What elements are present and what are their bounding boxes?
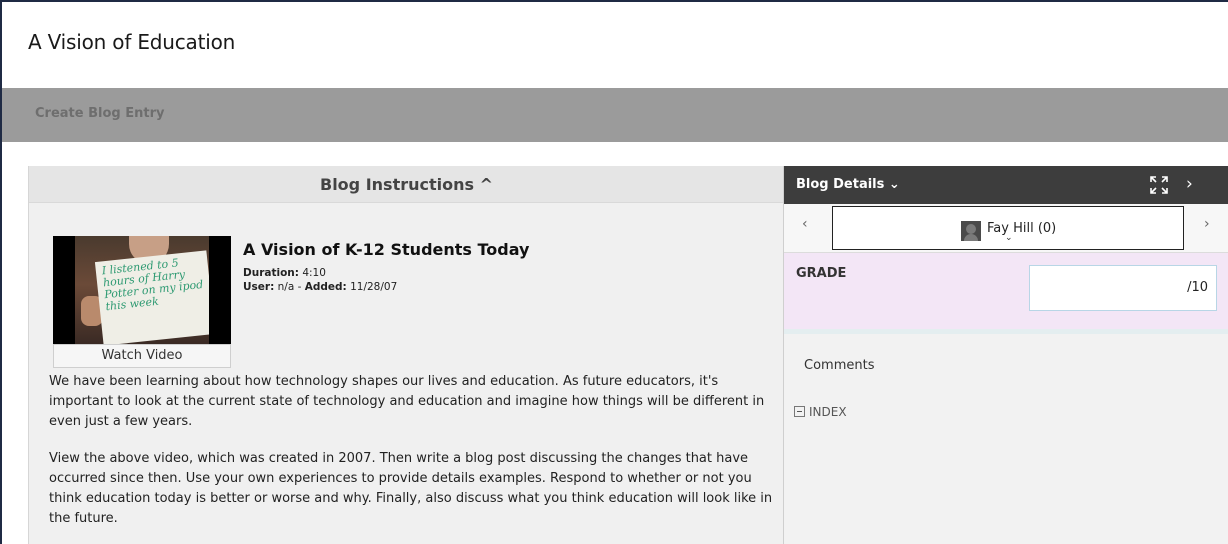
create-blog-entry-button[interactable]: Create Blog Entry (35, 106, 164, 121)
video-user-added: User: n/a - Added: 11/28/07 (243, 281, 397, 293)
letterbox-right (209, 236, 231, 344)
letterbox-left (53, 236, 75, 344)
video-duration: Duration: 4:10 (243, 267, 326, 279)
comments-label: Comments (804, 358, 875, 373)
instructions-panel: Blog Instructions ^ I listened to 5 hour… (28, 166, 784, 544)
index-label: INDEX (809, 405, 847, 419)
instructions-header[interactable]: Blog Instructions ^ (29, 166, 784, 203)
avatar (961, 221, 981, 241)
action-bar: Create Blog Entry (2, 88, 1228, 142)
meta-separator: - (297, 281, 302, 293)
instructions-paragraph-2: View the above video, which was created … (49, 451, 773, 526)
chevron-down-icon: ⌄ (1005, 233, 1013, 243)
user-navigation: ‹ Fay Hill (0) ⌄ › (784, 204, 1228, 253)
video-title: A Vision of K-12 Students Today (243, 240, 530, 259)
user-selector[interactable]: Fay Hill (0) ⌄ (832, 206, 1184, 250)
watch-video-button[interactable]: Watch Video (53, 344, 231, 368)
blog-details-bar: Blog Details ⌄ › (784, 166, 1228, 204)
selected-user-name: Fay Hill (0) (987, 221, 1057, 236)
added-value: 11/28/07 (350, 281, 398, 293)
user-value: n/a (277, 281, 295, 293)
chevron-right-icon[interactable]: › (1186, 174, 1193, 194)
instructions-paragraph-1: We have been learning about how technolo… (49, 374, 765, 429)
blog-details-toggle[interactable]: Blog Details ⌄ (796, 177, 900, 192)
grade-label: GRADE (796, 266, 847, 281)
minus-square-icon (794, 406, 805, 417)
user-label: User: (243, 281, 275, 293)
grade-input[interactable]: /10 (1029, 265, 1217, 311)
app-frame: A Vision of Education Create Blog Entry … (0, 0, 1228, 544)
duration-value: 4:10 (302, 267, 326, 279)
expand-icon[interactable] (1149, 175, 1169, 195)
grade-out-of: /10 (1187, 280, 1208, 295)
instructions-header-label: Blog Instructions ^ (320, 175, 493, 194)
added-label: Added: (304, 281, 347, 293)
video-thumbnail[interactable]: I listened to 5 hours of Harry Potter on… (53, 236, 231, 344)
page-title: A Vision of Education (28, 30, 236, 54)
index-toggle[interactable]: INDEX (794, 405, 847, 419)
duration-label: Duration: (243, 267, 299, 279)
grade-section: GRADE /10 (784, 253, 1228, 334)
thumbnail-sign-text: I listened to 5 hours of Harry Potter on… (94, 250, 216, 344)
chevron-left-icon[interactable]: ‹ (802, 216, 808, 232)
blog-details-panel: Blog Details ⌄ › ‹ Fay Hill (0) ⌄ › GRAD… (783, 166, 1228, 544)
chevron-right-icon[interactable]: › (1204, 216, 1210, 232)
